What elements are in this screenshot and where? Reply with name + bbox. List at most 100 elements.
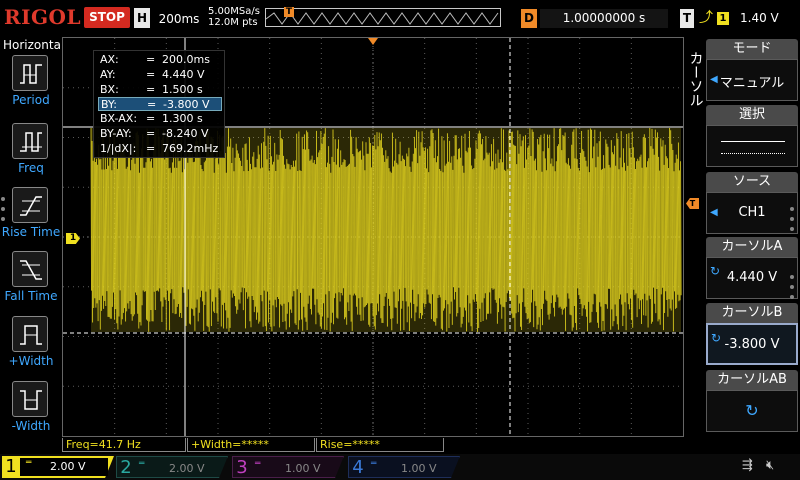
softkey-cursor-b-title: カーソルB (706, 303, 798, 323)
measure-minus-width[interactable]: -Width (0, 381, 62, 445)
softkey-cursor-ab-title: カーソルAB (706, 370, 798, 390)
freq-icon (12, 123, 48, 159)
softkey-mode[interactable]: モード ◀ マニュアル (706, 39, 798, 101)
channel4-tab[interactable]: 4 ═ 1.00 V (348, 456, 460, 478)
softkey-cursor-ab-body[interactable]: ↻ (706, 390, 798, 432)
channel1-scale: 2.00 V (50, 460, 86, 473)
channel2-number: 2 (120, 457, 132, 478)
measure-fall-time[interactable]: Fall Time (0, 251, 62, 315)
measurement-rise[interactable]: Rise=***** (316, 438, 444, 452)
cursor-by-ay-key: BY-AY: (100, 127, 132, 140)
measurement-plus-width[interactable]: +Width=***** (187, 438, 315, 452)
channel4-scale: 1.00 V (401, 462, 437, 475)
status-icons: ⇶ 🔇︎ (708, 458, 796, 478)
channel4-number: 4 (352, 457, 364, 478)
measure-plus-width[interactable]: +Width (0, 316, 62, 380)
softkey-source-body[interactable]: ◀ CH1 (706, 192, 798, 234)
cursor-menu-side-title: カーソル (685, 37, 705, 121)
usb-icon: ⇶ (742, 458, 753, 473)
cursor-readout-inv-dx: 1/|dX|: = 769.2mHz (98, 142, 222, 156)
memory-depth: 12.0M pts (208, 17, 258, 28)
waveform-display[interactable]: AX: = 200.0ms AY: = 4.440 V BX: = 1.500 … (62, 37, 684, 437)
softkey-cursor-a-body[interactable]: ↻ 4.440 V (706, 257, 798, 299)
cursor-readout-by-ay: BY-AY: = -8.240 V (98, 127, 222, 141)
measurement-bar: Freq=41.7 Hz +Width=***** Rise=***** (62, 438, 684, 453)
cursor-inv-dx-key: 1/|dX|: (100, 142, 137, 155)
measure-period-label: Period (12, 93, 50, 107)
trigger-label: T (680, 9, 694, 28)
cursor-ay-eq: = (146, 68, 156, 81)
channel3-tab[interactable]: 3 ═ 1.00 V (232, 456, 344, 478)
cursor-by-eq: = (147, 98, 157, 111)
channel1-marker-label: 1 (69, 233, 77, 243)
softkey-cursor-a[interactable]: カーソルA ↻ 4.440 V (706, 237, 798, 299)
channel1-number: 1 (5, 456, 17, 477)
softkey-mode-body[interactable]: ◀ マニュアル (706, 59, 798, 101)
cursor-bx-ax-eq: = (146, 112, 156, 125)
channel-bar: 1 ═ 2.00 V 2 ═ 2.00 V 3 ═ 1.00 V 4 ═ 1.0… (0, 454, 800, 480)
softkey-cursor-b[interactable]: カーソルB ↻ -3.800 V (706, 303, 798, 365)
channel1-waveform-fill (91, 128, 681, 332)
measurement-freq[interactable]: Freq=41.7 Hz (62, 438, 186, 452)
delay-label: D (521, 9, 537, 28)
cursor-bx-eq: = (146, 83, 156, 96)
softkey-cursor-ab[interactable]: カーソルAB ↻ (706, 370, 798, 432)
run-stop-indicator[interactable]: STOP (84, 7, 130, 28)
cursor-readout-panel: AX: = 200.0ms AY: = 4.440 V BX: = 1.500 … (93, 50, 225, 158)
softkey-cursor-b-value: -3.800 V (724, 337, 780, 352)
measure-freq[interactable]: Freq (0, 123, 62, 187)
delay-value[interactable]: 1.00000000 s (540, 9, 668, 28)
cursor-ax-value: 200.0ms (162, 53, 210, 66)
measure-rise-time-label: Rise Time (1, 225, 61, 239)
cursor-readout-bx: BX: = 1.500 s (98, 83, 222, 97)
trigger-level[interactable]: 1.40 V (740, 9, 779, 28)
softkey-source-title: ソース (706, 172, 798, 192)
period-icon (12, 55, 48, 91)
measurement-freq-text: Freq=41.7 Hz (66, 438, 141, 451)
sample-info: 5.00MSa/s 12.0M pts (208, 6, 260, 28)
softkey-cursor-b-body[interactable]: ↻ -3.800 V (706, 323, 798, 365)
dc-coupling-icon: ═ (26, 458, 32, 468)
right-menu-scroll-indicator-lower (790, 275, 796, 305)
cursor-inv-dx-value: 769.2mHz (162, 142, 219, 155)
status-bar: RIGOL STOP H 200ms 5.00MSa/s 12.0M pts T… (0, 0, 800, 36)
softkey-mode-title: モード (706, 39, 798, 59)
cursor-ax-key: AX: (100, 53, 119, 66)
plus-width-icon (12, 316, 48, 352)
dc-coupling-icon: ═ (255, 459, 261, 469)
cursor-by-ay-eq: = (146, 127, 156, 140)
timebase-label: H (134, 8, 150, 28)
channel1-info[interactable]: ═ 2.00 V (20, 458, 108, 476)
cursor-ay-key: AY: (100, 68, 116, 81)
left-menu-title: Horizontal (3, 38, 65, 52)
measure-period[interactable]: Period (0, 55, 62, 119)
cursor-readout-ax: AX: = 200.0ms (98, 53, 222, 67)
softkey-mode-value: マニュアル (719, 76, 785, 91)
trigger-source: 1 (717, 12, 729, 25)
speaker-muted-icon[interactable]: 🔇︎ (766, 458, 774, 473)
cursor-by-key: BY: (101, 98, 117, 111)
measurement-rise-text: Rise=***** (320, 438, 380, 451)
measure-fall-time-label: Fall Time (4, 289, 58, 303)
softkey-source[interactable]: ソース ◀ CH1 (706, 172, 798, 234)
select-underline-dotted (721, 153, 785, 154)
horizontal-measure-menu: Horizontal Period Freq Rise Time Fall Ti… (0, 37, 65, 445)
cursor-readout-by: BY: = -3.800 V (98, 97, 222, 111)
rising-edge-icon: ⤴ (699, 10, 713, 26)
measure-plus-width-label: +Width (8, 354, 54, 368)
measure-rise-time[interactable]: Rise Time (0, 187, 62, 251)
softkey-select-title: 選択 (706, 105, 798, 125)
cursor-softkey-menu: カーソル モード ◀ マニュアル 選択 ソース ◀ CH1 カーソルA ↻ 4.… (685, 37, 800, 445)
timebase-value[interactable]: 200ms (154, 9, 204, 29)
softkey-cursor-a-title: カーソルA (706, 237, 798, 257)
fall-time-icon (12, 251, 48, 287)
softkey-select[interactable]: 選択 (706, 105, 798, 167)
channel3-scale: 1.00 V (285, 462, 321, 475)
softkey-cursor-a-value: 4.440 V (726, 270, 778, 285)
rise-time-icon (12, 187, 48, 223)
channel2-tab[interactable]: 2 ═ 2.00 V (116, 456, 228, 478)
softkey-select-body[interactable] (706, 125, 798, 167)
trigger-position-marker: T (284, 7, 294, 17)
memory-waveform-preview (266, 12, 499, 25)
memory-position-bar (265, 8, 501, 27)
